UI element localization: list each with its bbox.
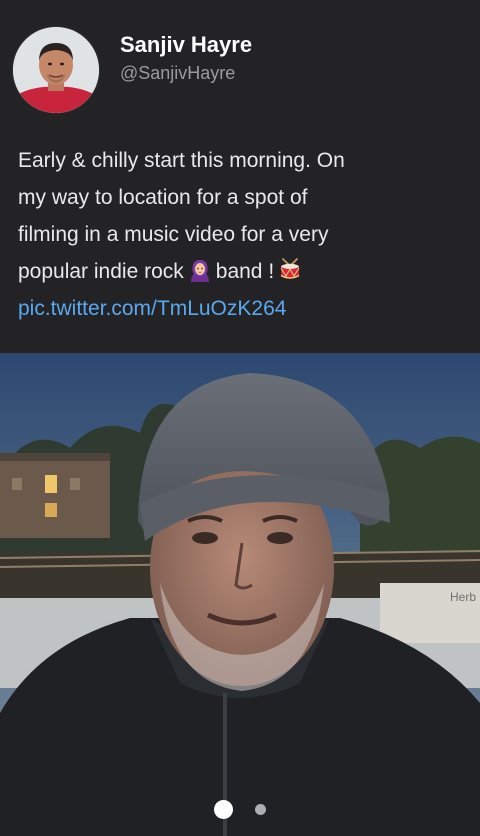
tweet-text-line: Early & chilly start this morning. On [18,149,345,172]
carousel-dot-2[interactable] [255,804,267,815]
selfie-photo-icon: Herb [0,353,480,836]
tweet-text-segment: band ! [215,260,275,283]
background-sign-text: Herb [450,590,476,604]
carousel-dot-1[interactable] [213,800,233,819]
tweet-text-segment: popular indie rock [18,260,184,283]
author-name[interactable]: Sanjiv Hayre [120,31,252,59]
tweet-body: Early & chilly start this morning. On my… [18,142,468,327]
tweet-text-line: my way to location for a spot of [18,186,308,209]
tweet-header: Sanjiv Hayre @SanjivHayre [0,0,480,120]
tweet-link-line: pic.twitter.com/TmLuOzK264 [18,290,468,327]
avatar[interactable] [13,27,99,113]
profile-photo-icon [13,27,99,113]
tweet-media[interactable]: Herb [0,353,480,836]
person-with-headscarf-emoji-icon [188,258,212,282]
drum-emoji-icon [278,258,302,282]
tweet-text-line: filming in a music video for a very [18,223,329,246]
tweet-text-line-with-emoji: popular indie rock band ! [18,253,468,290]
tweet-card: Sanjiv Hayre @SanjivHayre Early & chilly… [0,0,480,836]
carousel-indicator [0,800,480,824]
author-handle[interactable]: @SanjivHayre [120,61,235,85]
media-link[interactable]: pic.twitter.com/TmLuOzK264 [18,297,286,320]
